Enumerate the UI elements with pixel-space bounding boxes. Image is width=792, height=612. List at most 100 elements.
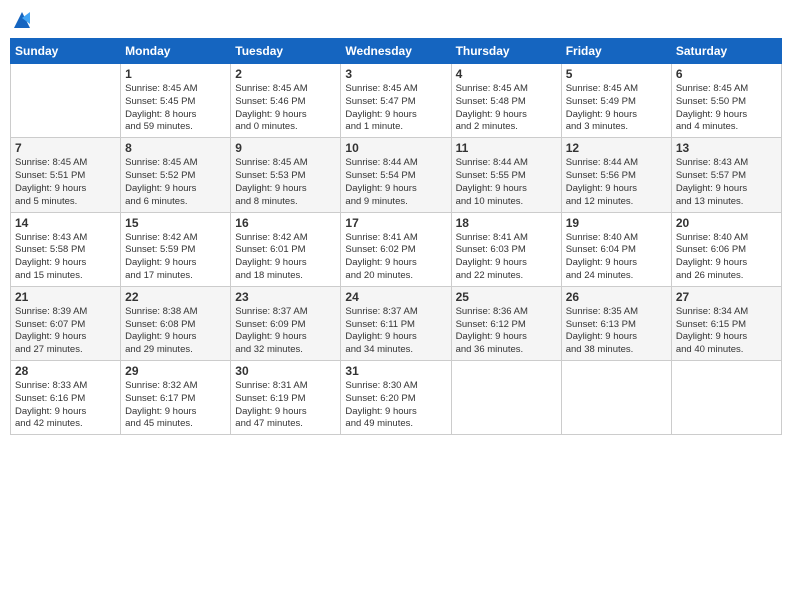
calendar-cell: 13Sunrise: 8:43 AMSunset: 5:57 PMDayligh… [671, 138, 781, 212]
day-info: Sunrise: 8:32 AMSunset: 6:17 PMDaylight:… [125, 380, 226, 431]
day-number: 19 [566, 216, 667, 230]
day-of-week-header: Sunday [11, 39, 121, 64]
day-number: 24 [345, 290, 446, 304]
day-number: 12 [566, 141, 667, 155]
day-number: 6 [676, 67, 777, 81]
calendar-week-row: 1 Sunrise: 8:45 AMSunset: 5:45 PMDaylight… [11, 64, 782, 138]
calendar-cell: 8 Sunrise: 8:45 AMSunset: 5:52 PMDaylight… [121, 138, 231, 212]
day-number: 1 [125, 67, 226, 81]
day-info: Sunrise: 8:30 AMSunset: 6:20 PMDaylight:… [345, 380, 446, 431]
day-number: 27 [676, 290, 777, 304]
logo [10, 10, 32, 30]
calendar-cell: 20 Sunrise: 8:40 AMSunset: 6:06 PMDayligh… [671, 212, 781, 286]
day-number: 31 [345, 364, 446, 378]
day-number: 2 [235, 67, 336, 81]
day-number: 26 [566, 290, 667, 304]
day-info: Sunrise: 8:41 AMSunset: 6:02 PMDaylight:… [345, 232, 446, 283]
day-number: 25 [456, 290, 557, 304]
day-of-week-header: Wednesday [341, 39, 451, 64]
day-number: 5 [566, 67, 667, 81]
day-number: 14 [15, 216, 116, 230]
day-of-week-header: Thursday [451, 39, 561, 64]
calendar-cell: 25 Sunrise: 8:36 AMSunset: 6:12 PMDayligh… [451, 286, 561, 360]
day-info: Sunrise: 8:44 AMSunset: 5:54 PMDaylight:… [345, 157, 446, 208]
day-info: Sunrise: 8:31 AMSunset: 6:19 PMDaylight:… [235, 380, 336, 431]
day-info: Sunrise: 8:44 AMSunset: 5:55 PMDaylight:… [456, 157, 557, 208]
day-number: 8 [125, 141, 226, 155]
calendar-week-row: 21 Sunrise: 8:39 AMSunset: 6:07 PMDayligh… [11, 286, 782, 360]
day-info: Sunrise: 8:45 AMSunset: 5:50 PMDaylight:… [676, 83, 777, 134]
calendar-cell: 1 Sunrise: 8:45 AMSunset: 5:45 PMDaylight… [121, 64, 231, 138]
calendar-cell: 12 Sunrise: 8:44 AMSunset: 5:56 PMDayligh… [561, 138, 671, 212]
day-info: Sunrise: 8:42 AMSunset: 5:59 PMDaylight:… [125, 232, 226, 283]
calendar-table: SundayMondayTuesdayWednesdayThursdayFrid… [10, 38, 782, 435]
calendar-cell: 29Sunrise: 8:32 AMSunset: 6:17 PMDayligh… [121, 361, 231, 435]
calendar-cell: 26 Sunrise: 8:35 AMSunset: 6:13 PMDayligh… [561, 286, 671, 360]
calendar-cell [451, 361, 561, 435]
day-info: Sunrise: 8:41 AMSunset: 6:03 PMDaylight:… [456, 232, 557, 283]
day-number: 11 [456, 141, 557, 155]
calendar-cell: 9 Sunrise: 8:45 AMSunset: 5:53 PMDaylight… [231, 138, 341, 212]
day-number: 3 [345, 67, 446, 81]
day-info: Sunrise: 8:40 AMSunset: 6:04 PMDaylight:… [566, 232, 667, 283]
day-info: Sunrise: 8:43 AMSunset: 5:58 PMDaylight:… [15, 232, 116, 283]
day-number: 16 [235, 216, 336, 230]
day-info: Sunrise: 8:44 AMSunset: 5:56 PMDaylight:… [566, 157, 667, 208]
calendar-cell [561, 361, 671, 435]
calendar-cell: 19 Sunrise: 8:40 AMSunset: 6:04 PMDayligh… [561, 212, 671, 286]
day-info: Sunrise: 8:45 AMSunset: 5:51 PMDaylight:… [15, 157, 116, 208]
day-info: Sunrise: 8:45 AMSunset: 5:47 PMDaylight:… [345, 83, 446, 134]
header-row: SundayMondayTuesdayWednesdayThursdayFrid… [11, 39, 782, 64]
day-info: Sunrise: 8:39 AMSunset: 6:07 PMDaylight:… [15, 306, 116, 357]
day-number: 13 [676, 141, 777, 155]
calendar-cell: 3 Sunrise: 8:45 AMSunset: 5:47 PMDaylight… [341, 64, 451, 138]
day-info: Sunrise: 8:40 AMSunset: 6:06 PMDaylight:… [676, 232, 777, 283]
day-number: 28 [15, 364, 116, 378]
day-info: Sunrise: 8:45 AMSunset: 5:53 PMDaylight:… [235, 157, 336, 208]
calendar-cell: 4Sunrise: 8:45 AMSunset: 5:48 PMDaylight… [451, 64, 561, 138]
day-number: 17 [345, 216, 446, 230]
calendar-cell: 7 Sunrise: 8:45 AMSunset: 5:51 PMDaylight… [11, 138, 121, 212]
calendar-cell: 24 Sunrise: 8:37 AMSunset: 6:11 PMDayligh… [341, 286, 451, 360]
calendar-cell: 17 Sunrise: 8:41 AMSunset: 6:02 PMDayligh… [341, 212, 451, 286]
calendar-cell: 2 Sunrise: 8:45 AMSunset: 5:46 PMDaylight… [231, 64, 341, 138]
calendar-cell: 31 Sunrise: 8:30 AMSunset: 6:20 PMDayligh… [341, 361, 451, 435]
day-number: 21 [15, 290, 116, 304]
day-info: Sunrise: 8:45 AMSunset: 5:45 PMDaylight:… [125, 83, 226, 134]
day-number: 23 [235, 290, 336, 304]
day-info: Sunrise: 8:45 AMSunset: 5:46 PMDaylight:… [235, 83, 336, 134]
page: SundayMondayTuesdayWednesdayThursdayFrid… [0, 0, 792, 612]
day-info: Sunrise: 8:45 AMSunset: 5:48 PMDaylight:… [456, 83, 557, 134]
calendar-cell: 18 Sunrise: 8:41 AMSunset: 6:03 PMDayligh… [451, 212, 561, 286]
calendar-cell: 21 Sunrise: 8:39 AMSunset: 6:07 PMDayligh… [11, 286, 121, 360]
day-number: 20 [676, 216, 777, 230]
calendar-cell: 10Sunrise: 8:44 AMSunset: 5:54 PMDayligh… [341, 138, 451, 212]
day-of-week-header: Monday [121, 39, 231, 64]
day-info: Sunrise: 8:34 AMSunset: 6:15 PMDaylight:… [676, 306, 777, 357]
day-info: Sunrise: 8:37 AMSunset: 6:09 PMDaylight:… [235, 306, 336, 357]
day-number: 7 [15, 141, 116, 155]
day-number: 18 [456, 216, 557, 230]
day-info: Sunrise: 8:33 AMSunset: 6:16 PMDaylight:… [15, 380, 116, 431]
header [10, 10, 782, 30]
day-number: 22 [125, 290, 226, 304]
calendar-cell: 15 Sunrise: 8:42 AMSunset: 5:59 PMDayligh… [121, 212, 231, 286]
calendar-cell: 30 Sunrise: 8:31 AMSunset: 6:19 PMDayligh… [231, 361, 341, 435]
day-info: Sunrise: 8:38 AMSunset: 6:08 PMDaylight:… [125, 306, 226, 357]
day-info: Sunrise: 8:42 AMSunset: 6:01 PMDaylight:… [235, 232, 336, 283]
calendar-cell [11, 64, 121, 138]
day-number: 15 [125, 216, 226, 230]
day-of-week-header: Friday [561, 39, 671, 64]
day-of-week-header: Tuesday [231, 39, 341, 64]
calendar-cell: 11 Sunrise: 8:44 AMSunset: 5:55 PMDayligh… [451, 138, 561, 212]
day-number: 30 [235, 364, 336, 378]
calendar-week-row: 28 Sunrise: 8:33 AMSunset: 6:16 PMDayligh… [11, 361, 782, 435]
calendar-cell: 6 Sunrise: 8:45 AMSunset: 5:50 PMDaylight… [671, 64, 781, 138]
day-info: Sunrise: 8:36 AMSunset: 6:12 PMDaylight:… [456, 306, 557, 357]
day-info: Sunrise: 8:37 AMSunset: 6:11 PMDaylight:… [345, 306, 446, 357]
day-info: Sunrise: 8:35 AMSunset: 6:13 PMDaylight:… [566, 306, 667, 357]
calendar-week-row: 14 Sunrise: 8:43 AMSunset: 5:58 PMDayligh… [11, 212, 782, 286]
day-info: Sunrise: 8:45 AMSunset: 5:52 PMDaylight:… [125, 157, 226, 208]
logo-icon [12, 10, 32, 30]
day-number: 9 [235, 141, 336, 155]
